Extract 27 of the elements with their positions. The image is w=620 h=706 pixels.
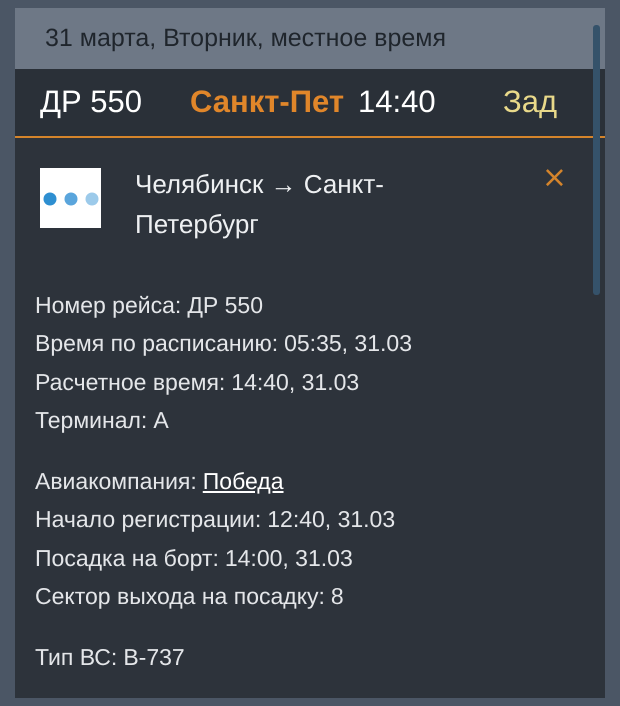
detail-label: Тип ВС: [35, 642, 118, 672]
detail-label: Авиакомпания: [35, 466, 197, 496]
detail-label: Сектор выхода на посадку: [35, 582, 325, 611]
flight-status: Зад [503, 84, 558, 120]
date-bar: 31 марта, Вторник, местное время [15, 8, 605, 70]
scrollbar[interactable] [593, 25, 600, 295]
detail-label: Терминал: [35, 406, 148, 435]
detail-value: A [153, 406, 169, 435]
destination: Санкт-Пет [190, 84, 344, 120]
route-title: Челябинск → Санкт-Петербург [135, 168, 385, 240]
detail-value: B-737 [123, 642, 185, 672]
detail-label: Номер рейса: [35, 290, 182, 320]
detail-value: 05:35, 31.03 [284, 329, 412, 358]
detail-label: Время по расписанию: [35, 329, 278, 358]
airline-logo-icon [40, 168, 101, 228]
detail-value: 14:40, 31.03 [231, 368, 360, 396]
detail-value: 12:40, 31.03 [267, 505, 396, 534]
airline-link[interactable]: Победа [202, 462, 284, 500]
detail-label: Посадка на борт: [35, 544, 219, 573]
detail-value: 14:00, 31.03 [224, 544, 353, 572]
flight-time: 14:40 [358, 84, 437, 120]
detail-label: Начало регистрации: [35, 505, 262, 534]
flight-number: ДР 550 [40, 84, 144, 120]
detail-label: Расчетное время: [35, 368, 226, 397]
detail-value: 8 [330, 582, 344, 611]
close-button[interactable]: × [542, 162, 567, 192]
detail-value: ДР 550 [187, 290, 263, 320]
